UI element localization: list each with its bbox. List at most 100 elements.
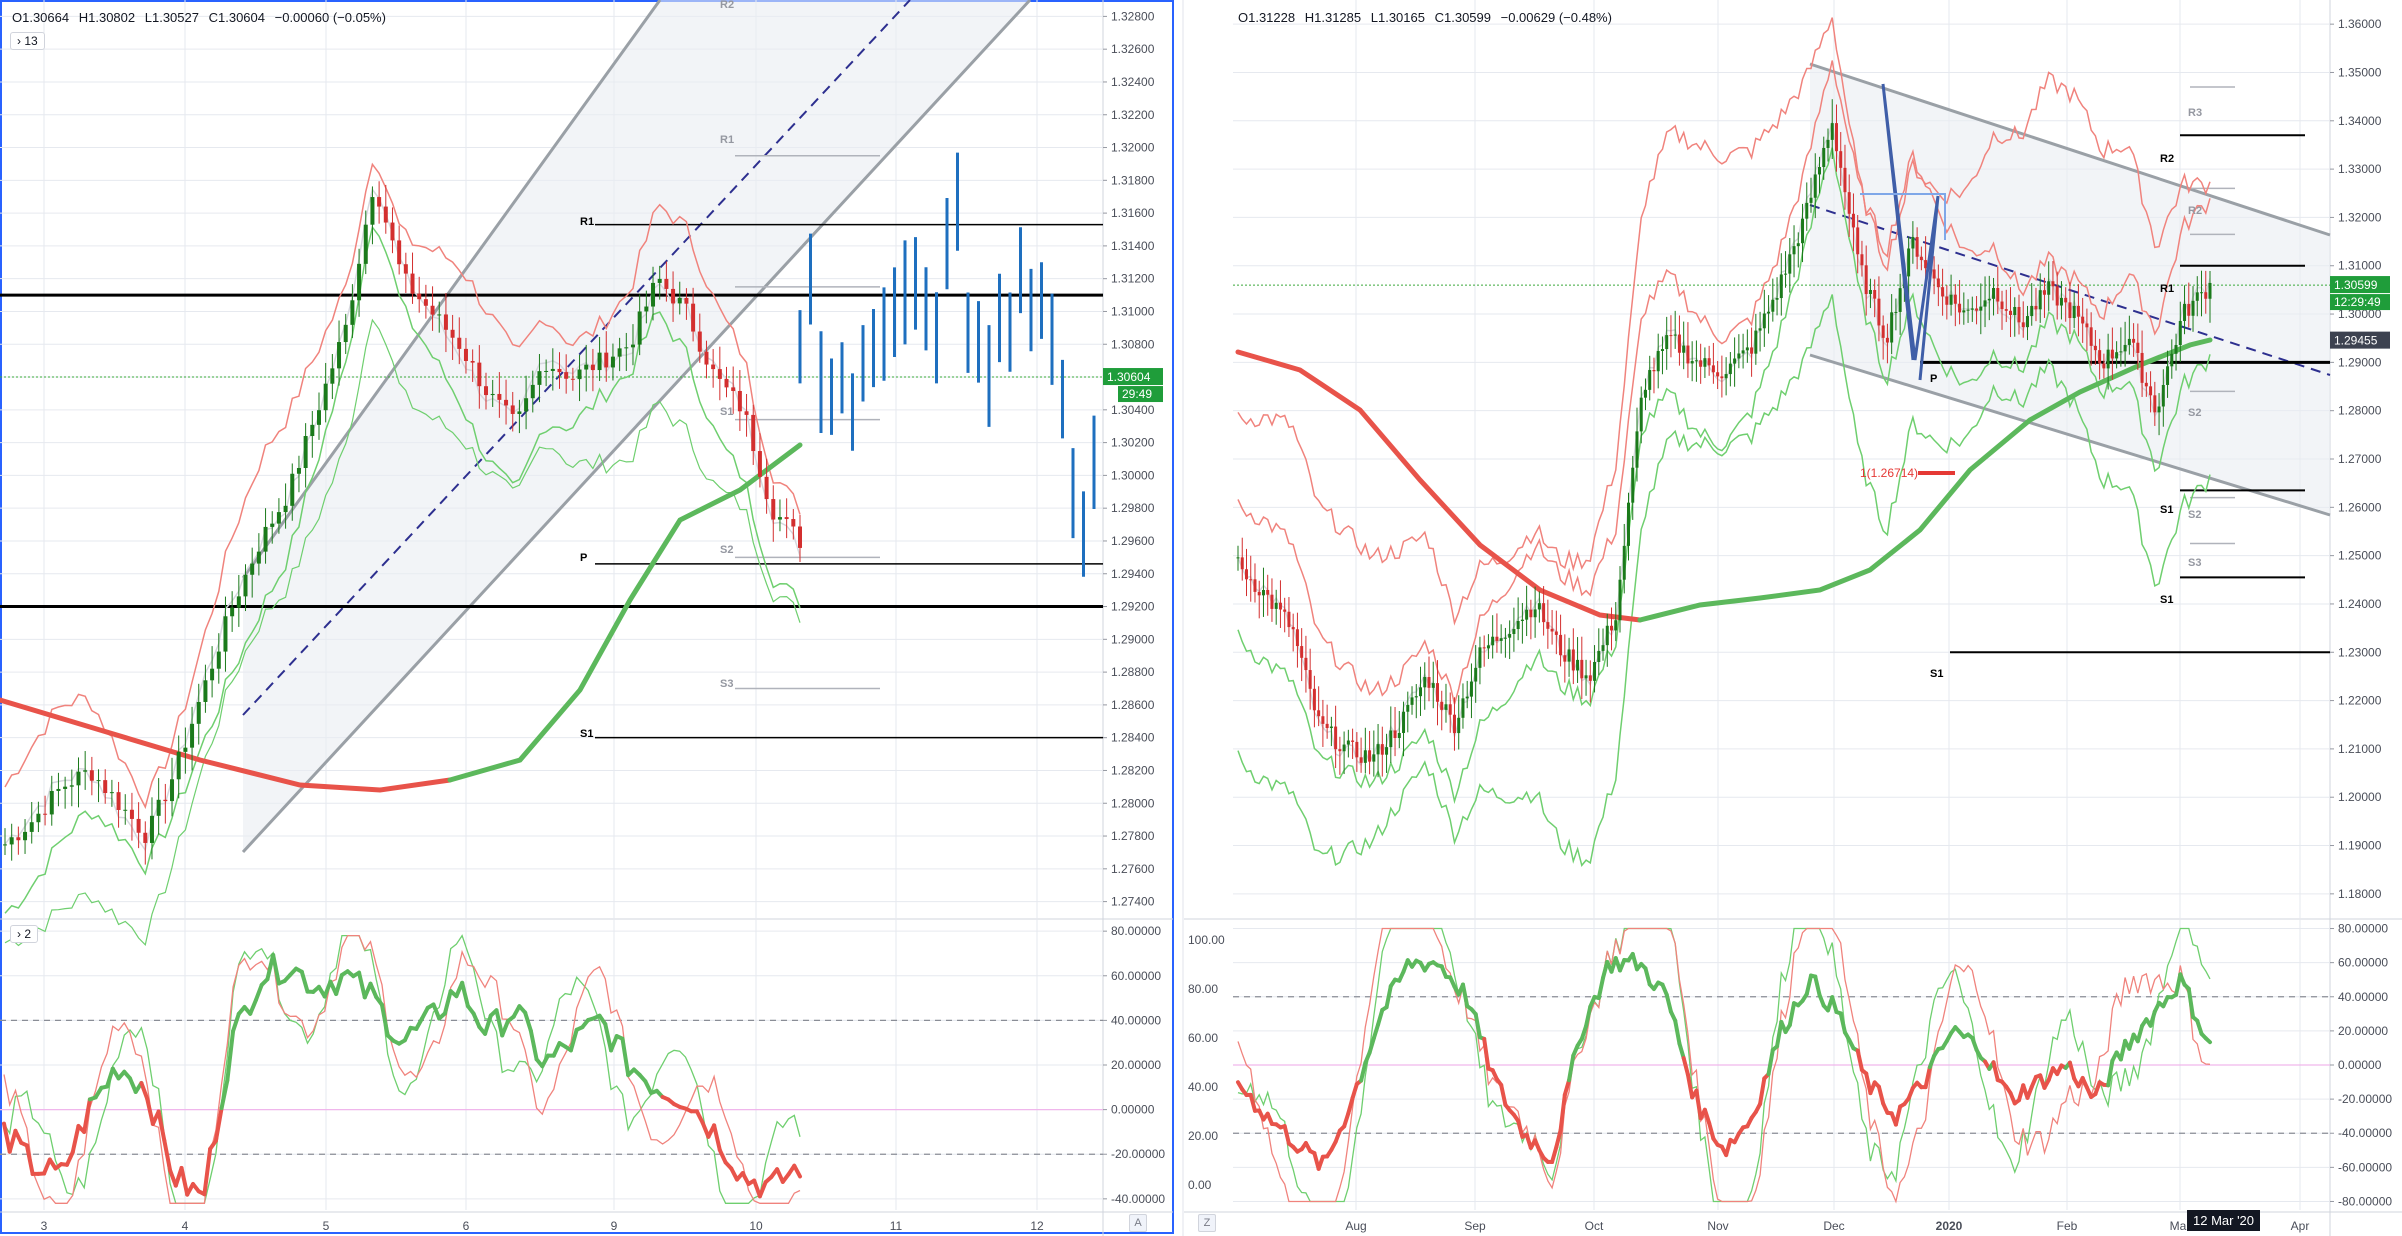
right-candle-body (1533, 609, 1537, 618)
left-price-axis-tick-label: 1.29800 (1111, 501, 1155, 515)
right-price-axis-tick-label: 1.24000 (2338, 597, 2382, 611)
left-price-axis-tick-label: 1.28600 (1111, 698, 1155, 712)
right-time-axis-label: Oct (1585, 1219, 1604, 1233)
left-high-value: H1.30802 (78, 10, 136, 25)
left-candle-body (791, 519, 796, 527)
right-candle-body (2017, 306, 2021, 323)
right-candle-body (1699, 360, 1703, 367)
right-candle-body (2021, 322, 2025, 328)
right-candle-body (2174, 344, 2178, 354)
right-candle-body (1448, 704, 1452, 715)
left-osc-axis-tick-label: 40.00000 (1111, 1013, 1161, 1027)
right-pivot-label: R1 (2160, 283, 2174, 295)
right-candle-body (1898, 288, 1902, 312)
left-osc-axis-tick-label: -40.00000 (1111, 1192, 1165, 1206)
left-candle-body (550, 368, 555, 371)
right-candle-body (1834, 123, 1838, 152)
left-osc-indicator-count: 2 (24, 927, 32, 941)
right-candle-body (1593, 662, 1597, 681)
right-candle-body (1559, 634, 1563, 656)
left-price-axis-tick-label: 1.27800 (1111, 829, 1155, 843)
right-candle-body (1983, 300, 1987, 307)
right-candle-body (1597, 650, 1601, 663)
left-candle-body (557, 368, 562, 373)
crosshair-date-label: 12 Mar '20 (2187, 1210, 2261, 1231)
right-price-axis-tick-label: 1.19000 (2338, 839, 2382, 853)
right-price-axis-tick-label: 1.26000 (2338, 500, 2382, 514)
left-price-axis-tick-label: 1.31000 (1111, 304, 1155, 318)
right-close-value: C1.30599 (1434, 10, 1491, 25)
left-candle-body (657, 278, 662, 283)
right-candle-body (1529, 609, 1533, 618)
right-candle-body (1703, 358, 1707, 367)
right-candle-body (1618, 579, 1622, 621)
left-indicator-count: 13 (24, 34, 38, 48)
right-candle-body (2055, 286, 2059, 306)
left-candle-body (89, 770, 94, 781)
right-candle-body (1958, 303, 1962, 313)
right-candle-body (1457, 717, 1461, 734)
left-candle-body (637, 311, 642, 345)
left-price-axis-tick-label: 1.27600 (1111, 862, 1155, 876)
right-candle-body (1571, 649, 1575, 671)
right-candle-body (1635, 431, 1639, 468)
right-change-value: −0.00629 (−0.48%) (1500, 10, 1612, 25)
left-time-axis-label: 9 (611, 1219, 618, 1233)
left-price-axis-tick-label: 1.30800 (1111, 337, 1155, 351)
right-candle-body (1779, 274, 1783, 299)
left-indicators-toggle[interactable]: › 13 (10, 32, 45, 50)
right-price-axis-tick-label: 1.32000 (2338, 210, 2382, 224)
right-candle-body (2178, 320, 2182, 345)
left-price-axis-tick-label: 1.30400 (1111, 403, 1155, 417)
left-candle-body (564, 372, 569, 379)
right-price-axis-tick-label: 1.31000 (2338, 259, 2382, 273)
left-auto-scale-button[interactable]: A (1129, 1214, 1147, 1232)
right-candle-body (1826, 139, 1830, 148)
right-candle-body (1308, 670, 1312, 689)
right-zoom-button[interactable]: Z (1198, 1214, 1216, 1232)
right-candle-body (2042, 290, 2046, 295)
left-candle-body (530, 384, 535, 399)
right-candle-body (1253, 579, 1257, 592)
right-candle-body (1274, 602, 1278, 609)
right-candle-body (1342, 744, 1346, 752)
right-candle-body (1733, 358, 1737, 364)
left-candle-body (757, 451, 762, 477)
left-candle-body (617, 348, 622, 357)
left-candle-body (630, 344, 635, 348)
left-price-axis-tick-label: 1.31600 (1111, 206, 1155, 220)
right-osc-axis-tick-label: 20.00000 (2338, 1024, 2388, 1038)
left-change-value: −0.00060 (−0.05%) (274, 10, 386, 25)
right-time-axis-label: Feb (2057, 1219, 2078, 1233)
left-candle-body (684, 297, 689, 304)
right-candle-body (2170, 353, 2174, 367)
right-candle-body (1737, 353, 1741, 359)
right-candle-body (1677, 334, 1681, 353)
right-candle-body (2085, 323, 2089, 328)
left-price-axis-tick-label: 1.31800 (1111, 173, 1155, 187)
left-osc-indicators-toggle[interactable]: › 2 (10, 925, 39, 943)
right-candle-body (1478, 647, 1482, 668)
right-candle-body (2132, 338, 2136, 343)
right-candle-body (1474, 667, 1478, 682)
right-candle-body (1300, 646, 1304, 658)
right-candle-body (1406, 704, 1410, 712)
left-candle-body (537, 371, 542, 385)
left-price-axis-tick-label: 1.28400 (1111, 731, 1155, 745)
left-candle-body (377, 197, 382, 207)
right-candle-body (1805, 202, 1809, 219)
right-candle-body (1554, 631, 1558, 635)
right-candle-body (1728, 363, 1732, 375)
right-price-axis-tick-label: 1.27000 (2338, 452, 2382, 466)
right-candle-body (1291, 627, 1295, 630)
right-candle-body (1809, 197, 1813, 203)
left-pivot-label: R1 (580, 216, 594, 228)
left-candle-body (250, 563, 255, 575)
right-candle-body (2166, 366, 2170, 385)
right-candle-body (1877, 298, 1881, 326)
right-candle-body (1851, 213, 1855, 228)
right-candle-body (1932, 269, 1936, 279)
right-candle-body (1881, 325, 1885, 338)
left-candle-body (798, 526, 802, 548)
right-candle-body (1970, 308, 1974, 310)
